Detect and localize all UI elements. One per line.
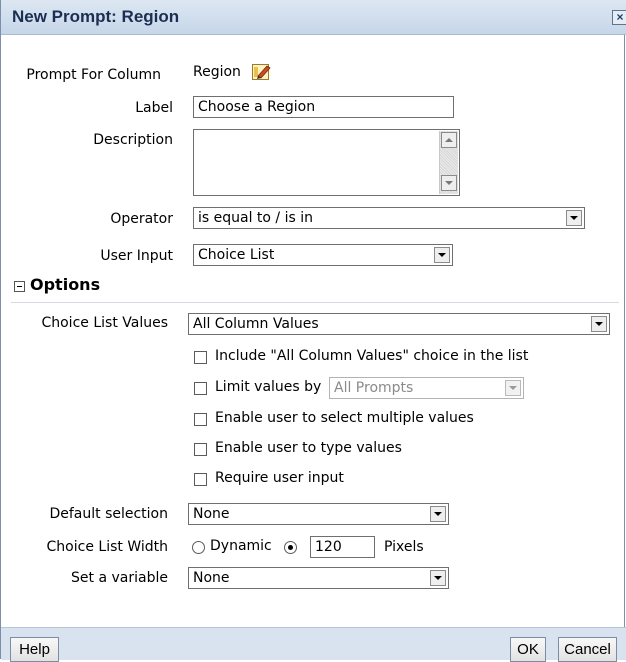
choice-list-values-value: All Column Values	[193, 316, 319, 332]
chevron-down-icon	[566, 210, 582, 226]
include-all-column-values-checkbox[interactable]	[194, 351, 207, 364]
set-variable-label: Set a variable	[71, 570, 168, 586]
cancel-button[interactable]: Cancel	[558, 637, 617, 662]
chevron-down-icon	[430, 570, 446, 586]
new-prompt-dialog: New Prompt: Region × Prompt For Column R…	[0, 0, 626, 662]
enable-type-checkbox[interactable]	[194, 443, 207, 456]
enable-type-label: Enable user to type values	[215, 440, 402, 456]
default-selection-label: Default selection	[49, 506, 168, 522]
pixels-unit-label: Pixels	[384, 539, 424, 555]
scroll-down-icon[interactable]	[441, 175, 457, 191]
choice-list-values-label: Choice List Values	[41, 315, 168, 331]
options-divider	[11, 302, 619, 303]
limit-values-label: Limit values by	[215, 379, 322, 395]
choice-list-values-select[interactable]: All Column Values	[188, 313, 610, 335]
default-selection-value: None	[193, 506, 230, 522]
ok-button[interactable]: OK	[510, 637, 546, 662]
user-input-value: Choice List	[198, 247, 275, 263]
operator-label: Operator	[110, 211, 173, 227]
description-scrollbar[interactable]	[439, 131, 458, 194]
label-field-label: Label	[135, 100, 173, 116]
user-input-label: User Input	[100, 248, 173, 264]
dialog-titlebar: New Prompt: Region ×	[1, 0, 626, 35]
scroll-up-icon[interactable]	[441, 132, 457, 148]
edit-icon[interactable]	[252, 63, 272, 81]
chevron-down-icon	[430, 506, 446, 522]
collapse-icon[interactable]	[14, 281, 25, 292]
enable-multiple-checkbox[interactable]	[194, 413, 207, 426]
dialog-title: New Prompt: Region	[12, 7, 180, 26]
set-variable-value: None	[193, 570, 230, 586]
label-input[interactable]: Choose a Region	[193, 96, 454, 118]
require-input-label: Require user input	[215, 470, 344, 486]
description-label: Description	[93, 132, 173, 148]
chevron-down-icon	[505, 380, 521, 396]
chevron-down-icon	[591, 316, 607, 332]
dynamic-radio[interactable]	[192, 541, 205, 554]
options-section-title: Options	[30, 275, 101, 294]
include-all-column-values-label: Include "All Column Values" choice in th…	[215, 348, 529, 364]
dynamic-radio-label: Dynamic	[210, 538, 272, 554]
prompt-for-column-value: Region	[193, 64, 241, 80]
require-input-checkbox[interactable]	[194, 473, 207, 486]
width-pixels-input[interactable]: 120	[310, 536, 375, 558]
set-variable-select[interactable]: None	[188, 567, 449, 589]
limit-values-value: All Prompts	[334, 380, 414, 396]
limit-values-select[interactable]: All Prompts	[329, 377, 524, 399]
fixed-width-radio[interactable]	[284, 541, 297, 554]
description-textarea[interactable]	[193, 129, 460, 196]
limit-values-checkbox[interactable]	[194, 382, 207, 395]
user-input-select[interactable]: Choice List	[193, 244, 453, 266]
choice-list-width-label: Choice List Width	[46, 539, 168, 555]
operator-select[interactable]: is equal to / is in	[193, 207, 585, 229]
default-selection-select[interactable]: None	[188, 503, 449, 525]
prompt-for-column-label: Prompt For Column	[26, 67, 161, 83]
enable-multiple-label: Enable user to select multiple values	[215, 410, 474, 426]
close-icon[interactable]: ×	[612, 10, 626, 25]
operator-value: is equal to / is in	[198, 210, 313, 226]
chevron-down-icon	[434, 247, 450, 263]
help-button[interactable]: Help	[10, 637, 59, 662]
